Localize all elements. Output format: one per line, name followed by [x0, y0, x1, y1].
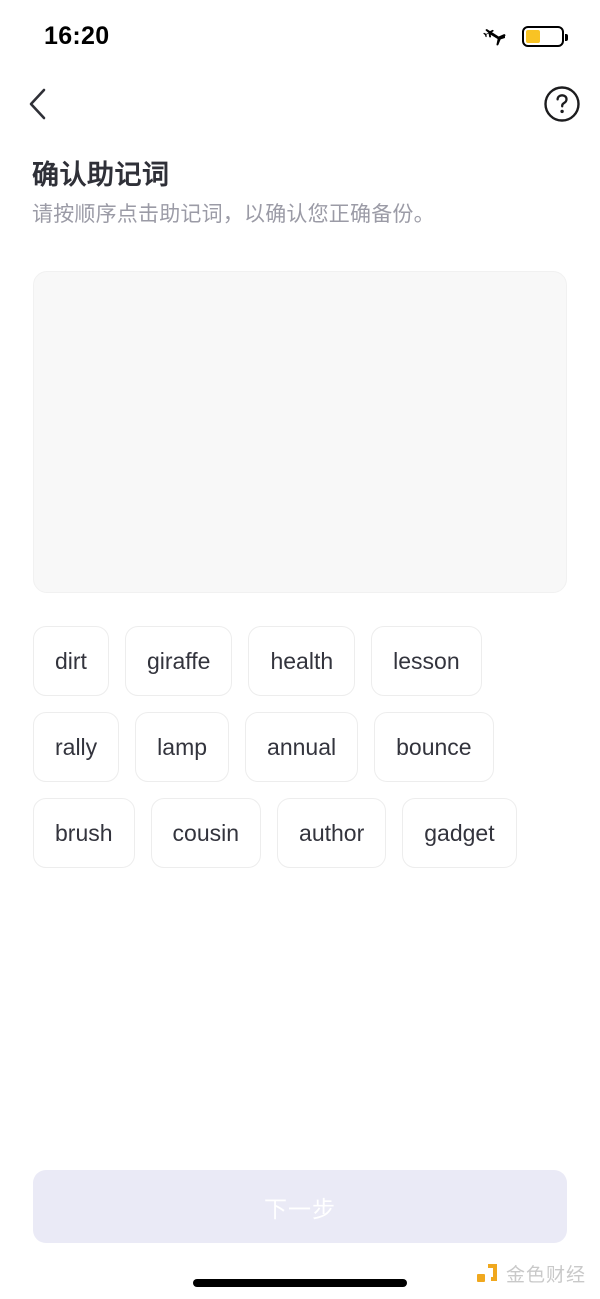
word-chip[interactable]: health	[248, 626, 356, 696]
word-chip[interactable]: rally	[33, 712, 120, 782]
next-button[interactable]: 下一步	[33, 1170, 567, 1243]
status-time: 16:20	[44, 21, 110, 50]
watermark: 金色财经	[476, 1260, 586, 1287]
word-chip[interactable]: annual	[245, 712, 359, 782]
word-chip[interactable]: lamp	[135, 712, 230, 782]
question-circle-icon	[544, 86, 580, 122]
watermark-logo-icon	[476, 1263, 497, 1282]
word-chip[interactable]: lesson	[371, 626, 482, 696]
home-indicator	[193, 1279, 407, 1287]
page-subtitle: 请按顺序点击助记词，以确认您正确备份。	[32, 203, 435, 226]
word-chip[interactable]: gadget	[402, 798, 517, 868]
help-button[interactable]	[540, 82, 584, 126]
word-chip[interactable]: bounce	[374, 712, 494, 782]
chevron-left-icon	[29, 88, 46, 120]
back-button[interactable]	[14, 80, 62, 128]
word-chip[interactable]: giraffe	[124, 626, 233, 696]
navigation-bar	[0, 78, 600, 134]
selected-words-area[interactable]	[33, 271, 567, 593]
word-chip[interactable]: cousin	[150, 798, 262, 868]
word-chip[interactable]: brush	[33, 798, 135, 868]
header-block: 确认助记词 请按顺序点击助记词，以确认您正确备份。	[32, 158, 572, 230]
word-pool: dirt giraffe health lesson rally lamp annual bo…	[33, 626, 573, 868]
battery-fill	[526, 29, 540, 43]
status-bar: 16:20	[0, 0, 600, 72]
status-indicators	[482, 23, 568, 49]
word-chip[interactable]: author	[277, 798, 387, 868]
watermark-text: 金色财经	[505, 1265, 586, 1286]
word-chip[interactable]: dirt	[33, 626, 109, 696]
airplane-mode-icon	[483, 29, 506, 46]
battery-icon	[522, 25, 568, 47]
page-title: 确认助记词	[32, 160, 170, 190]
